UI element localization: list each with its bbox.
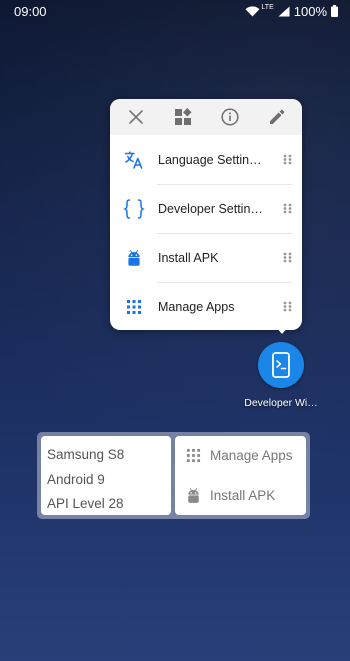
android-icon xyxy=(187,487,199,503)
edit-button[interactable] xyxy=(262,102,292,132)
status-icons: LTE 100% xyxy=(245,4,338,19)
apps-grid-icon xyxy=(186,449,200,463)
widget-actions-panel: Manage Apps Install APK xyxy=(175,436,306,515)
drag-handle-icon xyxy=(283,203,291,214)
wifi-icon xyxy=(245,5,260,17)
shortcut-install-apk[interactable]: Install APK xyxy=(110,233,302,282)
shortcut-label: Install APK xyxy=(158,250,219,265)
popup-pointer xyxy=(275,326,289,334)
app-info-button[interactable] xyxy=(215,102,245,132)
widget-install-apk-button[interactable]: Install APK xyxy=(175,476,306,516)
drag-handle-icon xyxy=(283,154,291,165)
shortcut-label: Manage Apps xyxy=(158,299,235,314)
widget-action-label: Install APK xyxy=(210,487,276,503)
braces-icon xyxy=(123,198,145,219)
apps-grid-icon xyxy=(127,299,141,314)
network-type: LTE xyxy=(261,3,274,11)
drag-handle-icon xyxy=(283,301,291,312)
info-icon xyxy=(220,108,239,126)
battery-percent: 100% xyxy=(293,3,327,19)
widgets-icon xyxy=(174,108,192,125)
terminal-icon xyxy=(272,352,290,378)
shortcut-label: Developer Settin… xyxy=(158,201,263,216)
shortcut-developer-settings[interactable]: Developer Settin… xyxy=(110,184,302,233)
close-button[interactable] xyxy=(121,102,151,132)
shortcut-manage-apps[interactable]: Manage Apps xyxy=(110,282,302,331)
close-icon xyxy=(128,110,143,124)
edit-icon xyxy=(269,109,284,124)
drag-handle[interactable] xyxy=(272,203,302,214)
android-icon xyxy=(128,249,140,266)
widget-action-label: Manage Apps xyxy=(210,448,293,464)
popup-toolbar xyxy=(110,99,302,135)
drag-handle[interactable] xyxy=(272,301,302,312)
widgets-button[interactable] xyxy=(168,102,198,132)
battery-icon xyxy=(331,5,338,17)
drag-handle-icon xyxy=(283,252,291,263)
signal-icon xyxy=(278,6,290,17)
translate-icon xyxy=(124,150,143,169)
android-version: Android 9 xyxy=(47,471,105,487)
status-bar: 09:00 LTE 100% xyxy=(0,0,350,22)
developer-widgets-app-icon[interactable] xyxy=(258,342,304,388)
drag-handle[interactable] xyxy=(272,154,302,165)
shortcut-label: Language Settin… xyxy=(158,152,262,167)
device-info-panel[interactable]: Samsung S8 Android 9 API Level 28 xyxy=(41,436,171,515)
api-level: API Level 28 xyxy=(47,496,124,511)
app-label: Developer Wi… xyxy=(244,397,318,409)
shortcut-language-settings[interactable]: Language Settin… xyxy=(110,135,302,184)
app-shortcut-popup: Language Settin… Developer Settin… Insta… xyxy=(110,99,302,330)
device-model: Samsung S8 xyxy=(47,447,125,462)
clock: 09:00 xyxy=(14,3,47,19)
widget-manage-apps-button[interactable]: Manage Apps xyxy=(175,436,306,476)
drag-handle[interactable] xyxy=(272,252,302,263)
